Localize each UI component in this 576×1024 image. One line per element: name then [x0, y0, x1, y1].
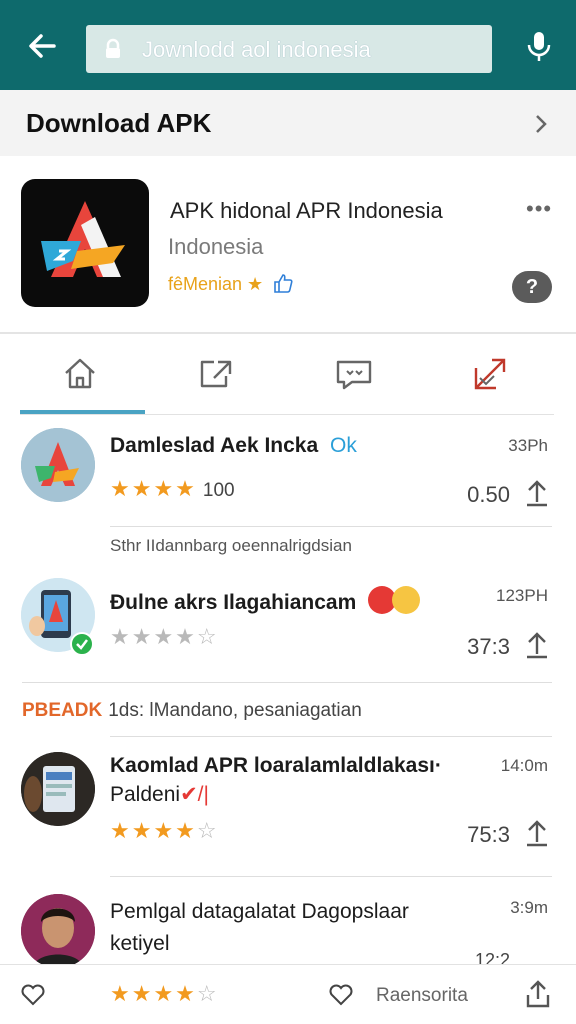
- bottom-star-rating[interactable]: ★★★★☆: [110, 981, 219, 1007]
- lock-icon: [106, 38, 120, 58]
- verified-badge: [70, 632, 94, 656]
- rating-count: 100: [202, 480, 235, 501]
- tablet-avatar-icon: [21, 752, 95, 826]
- divider: [110, 526, 552, 527]
- tab-bar: [0, 336, 576, 416]
- check-icon: [76, 639, 88, 650]
- thumbs-up-icon[interactable]: [272, 272, 294, 294]
- promo-brand: PBEADK: [22, 700, 103, 721]
- star-rating: ★★★★ 100: [110, 476, 235, 501]
- avatar: [21, 894, 95, 968]
- share-icon[interactable]: [524, 979, 552, 1009]
- mic-icon[interactable]: [524, 30, 554, 64]
- help-button[interactable]: ?: [512, 271, 552, 303]
- item-title: Damleslad Aek Incka Ok: [110, 434, 357, 458]
- emoji-icon: [392, 586, 421, 614]
- item-subtitle: Paldeni✔/|: [110, 782, 209, 807]
- chat-icon: [336, 360, 372, 390]
- divider: [110, 736, 552, 737]
- item-title-text: Đulne akrs Ilagahiancam: [110, 591, 357, 614]
- person-avatar-icon: [21, 894, 95, 968]
- item-title: Kaomlad APR loaralamlaldlakası·: [110, 754, 442, 777]
- home-icon: [65, 358, 95, 389]
- app-rating: fêMenian ★: [168, 272, 294, 295]
- share-icon[interactable]: [524, 818, 550, 848]
- heart-icon[interactable]: [20, 983, 46, 1007]
- app-rating-label: fêMenian ★: [168, 274, 264, 294]
- item-time: 33Ph: [508, 436, 548, 455]
- promo-banner[interactable]: PBEADK 1ds: lMandano, pesaniagatian: [22, 700, 362, 722]
- share-icon[interactable]: [524, 630, 550, 660]
- bottom-action-bar: ★★★★☆ Raensorita: [0, 964, 576, 1024]
- divider: [110, 876, 552, 877]
- tab-chat[interactable]: [334, 354, 374, 394]
- star-rating: ★★★★☆: [110, 818, 219, 843]
- item-value: 0.50: [467, 482, 510, 507]
- avatar: [21, 428, 95, 502]
- section-title: Download APK: [26, 108, 212, 138]
- app-title: APK hidonal APR Indonesia: [170, 198, 443, 223]
- more-options-icon[interactable]: •••: [526, 196, 552, 222]
- avatar: [21, 752, 95, 826]
- item-time: 123PH: [496, 586, 548, 605]
- chevron-right-icon: [536, 115, 547, 133]
- tab-share[interactable]: [196, 354, 236, 394]
- item-subtitle: ketiyel: [110, 932, 170, 955]
- tab-home[interactable]: [60, 354, 100, 394]
- item-title: Pemlgal datagalatat Dagopslaar: [110, 900, 409, 923]
- item-note: Sthr IIdannbarg oeennalrigdsian: [110, 536, 352, 555]
- tabs-divider: [20, 414, 554, 415]
- bottom-label[interactable]: Raensorita: [376, 985, 468, 1007]
- search-query-text: Jownlodd aol indonesia: [142, 37, 371, 62]
- divider: [22, 682, 552, 683]
- item-value: 37:3: [467, 634, 510, 659]
- search-input[interactable]: Jownlodd aol indonesia: [86, 25, 492, 73]
- item-subtitle-text: Paldeni: [110, 783, 181, 806]
- app-logo-icon: [41, 201, 125, 277]
- item-subtitle-mark: ✔/|: [180, 783, 209, 806]
- section-header[interactable]: Download APK: [0, 90, 576, 156]
- share-box-icon: [200, 360, 232, 388]
- app-logo[interactable]: [21, 179, 149, 307]
- tab-trending[interactable]: [470, 354, 510, 394]
- app-subtitle: Indonesia: [168, 234, 264, 259]
- app-header-card: APK hidonal APR Indonesia Indonesia fêMe…: [0, 156, 576, 334]
- app-logo-icon: [21, 428, 95, 502]
- back-arrow-icon[interactable]: [24, 28, 60, 64]
- item-tag: Ok: [330, 434, 357, 457]
- top-app-bar: Jownlodd aol indonesia: [0, 0, 576, 90]
- item-time: 14:0m: [500, 756, 548, 775]
- item-value: 75:3: [467, 822, 510, 847]
- promo-text: 1ds: lMandano, pesaniagatian: [108, 700, 362, 721]
- share-icon[interactable]: [524, 478, 550, 508]
- item-title: Đulne akrs Ilagahiancam: [110, 586, 421, 615]
- trending-icon: [474, 358, 506, 390]
- item-title-text: Damleslad Aek Incka: [110, 434, 319, 457]
- item-time: 3:9m: [510, 898, 548, 917]
- star-rating: ★★★★☆: [110, 624, 219, 649]
- favorite-icon[interactable]: [328, 983, 354, 1007]
